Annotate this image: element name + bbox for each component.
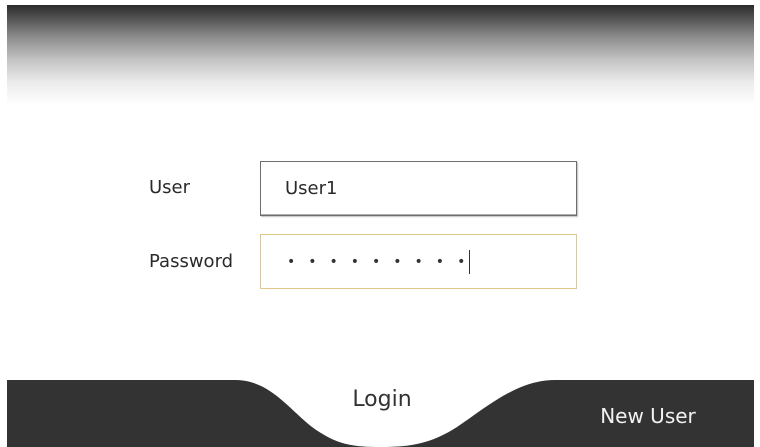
new-user-button[interactable]: New User bbox=[548, 395, 748, 445]
text-caret bbox=[469, 250, 470, 274]
password-mask: ••••••••• bbox=[287, 254, 479, 270]
user-input[interactable]: User1 bbox=[260, 161, 577, 216]
header-bar bbox=[7, 5, 754, 105]
password-input[interactable]: ••••••••• bbox=[260, 234, 577, 289]
login-screen: User User1 Password ••••••••• Login New … bbox=[0, 0, 760, 447]
user-label: User bbox=[149, 177, 191, 198]
password-label: Password bbox=[149, 251, 234, 272]
login-button[interactable]: Login bbox=[312, 382, 452, 432]
